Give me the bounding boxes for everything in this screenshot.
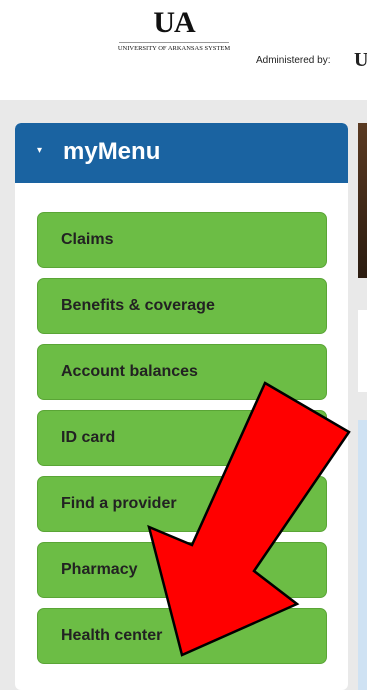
menu-item-pharmacy[interactable]: Pharmacy: [37, 542, 327, 598]
menu-item-label: Claims: [61, 231, 114, 248]
my-menu-list: Claims Benefits & coverage Account balan…: [37, 212, 327, 674]
logo-divider: [119, 42, 229, 43]
menu-item-label: Account balances: [61, 363, 198, 380]
ua-logo-subtitle: UNIVERSITY OF ARKANSAS SYSTEM: [117, 45, 231, 52]
my-menu-header[interactable]: ▾ myMenu: [15, 123, 348, 183]
menu-item-label: Pharmacy: [61, 561, 138, 578]
menu-item-claims[interactable]: Claims: [37, 212, 327, 268]
menu-item-find-provider[interactable]: Find a provider: [37, 476, 327, 532]
menu-item-health-center[interactable]: Health center: [37, 608, 327, 664]
hero-image-edge: [358, 123, 367, 278]
university-logo[interactable]: UA UNIVERSITY OF ARKANSAS SYSTEM: [88, 6, 260, 53]
ua-logo-mark: UA: [153, 6, 195, 39]
info-panel-edge: [358, 420, 367, 690]
site-header: UA UNIVERSITY OF ARKANSAS SYSTEM Adminis…: [0, 0, 367, 95]
menu-item-label: ID card: [61, 429, 116, 446]
caret-down-icon: ▾: [37, 145, 43, 156]
menu-item-label: Find a provider: [61, 495, 177, 512]
content-card-edge: [358, 310, 367, 392]
menu-item-id-card[interactable]: ID card: [37, 410, 327, 466]
menu-item-benefits-coverage[interactable]: Benefits & coverage: [37, 278, 327, 334]
menu-item-label: Health center: [61, 627, 163, 644]
administered-by-label: Administered by:: [256, 55, 331, 66]
menu-item-account-balances[interactable]: Account balances: [37, 344, 327, 400]
administrator-logo[interactable]: U: [354, 49, 367, 72]
menu-item-label: Benefits & coverage: [61, 297, 215, 314]
my-menu-title: myMenu: [63, 138, 161, 165]
